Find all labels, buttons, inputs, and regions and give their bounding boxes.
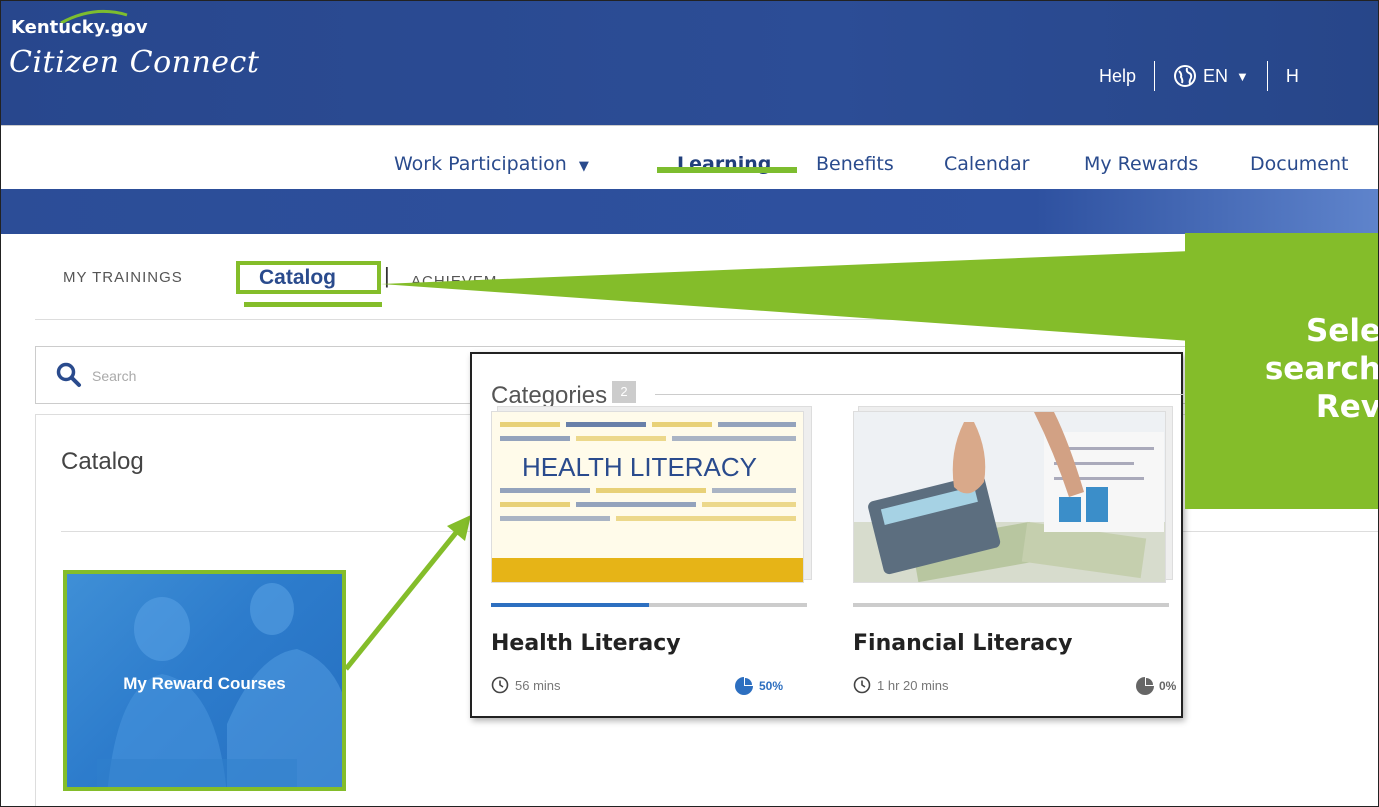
financial-literacy-thumbnail[interactable] — [853, 411, 1166, 583]
chevron-down-icon: ▼ — [1236, 68, 1249, 84]
language-selector[interactable]: EN ▼ — [1173, 64, 1249, 88]
nav-calendar[interactable]: Calendar — [944, 153, 1029, 175]
tab-active-underline — [244, 302, 382, 307]
utility-links: Help EN ▼ H — [1099, 61, 1299, 91]
site-header: Kentucky.gov Citizen Connect Help EN ▼ H — [1, 1, 1378, 125]
nav-documents[interactable]: Document — [1250, 153, 1348, 175]
course-duration: 1 hr 20 mins — [853, 676, 949, 694]
catalog-highlight-box — [236, 261, 381, 294]
language-label: EN — [1203, 65, 1229, 86]
catalog-title: Catalog — [61, 448, 144, 475]
course-title[interactable]: Health Literacy — [491, 631, 681, 656]
my-reward-courses-card[interactable]: My Reward Courses — [63, 570, 346, 791]
page-frame: Kentucky.gov Citizen Connect Help EN ▼ H… — [0, 0, 1379, 807]
health-literacy-thumbnail[interactable]: HEALTH LITERACY — [491, 411, 804, 583]
completion-label: 0% — [1159, 679, 1177, 693]
nav-benefits[interactable]: Benefits — [816, 153, 894, 175]
nav-active-underline — [657, 167, 797, 173]
utility-divider — [1154, 61, 1156, 91]
tab-achievements[interactable]: ACHIEVEM — [411, 273, 497, 290]
completion-label: 50% — [759, 679, 784, 693]
instruction-callout: Sele search Rev — [1185, 233, 1379, 509]
header-band — [1, 189, 1378, 234]
nav-work-participation[interactable]: Work Participation ▼ — [394, 153, 589, 175]
course-progress-bar — [853, 603, 1169, 607]
word-cloud-image: HEALTH LITERACY — [492, 412, 803, 582]
callout-line-2: search — [1264, 351, 1379, 387]
search-icon[interactable] — [56, 362, 82, 388]
home-link[interactable]: H — [1286, 66, 1299, 87]
course-title[interactable]: Financial Literacy — [853, 631, 1072, 656]
brand-citizen-connect[interactable]: Citizen Connect — [9, 45, 259, 80]
course-progress-bar — [491, 603, 807, 607]
thumb-title: HEALTH LITERACY — [522, 452, 757, 482]
tab-my-trainings[interactable]: MY TRAININGS — [63, 269, 183, 286]
calculator-money-image — [854, 412, 1165, 582]
tab-separator: | — [384, 263, 390, 288]
clock-icon — [853, 676, 871, 694]
callout-line-3: Rev — [1315, 389, 1379, 425]
reward-courses-label: My Reward Courses — [123, 674, 286, 693]
help-link[interactable]: Help — [1099, 66, 1136, 87]
duration-label: 1 hr 20 mins — [877, 677, 949, 693]
categories-count-badge: 2 — [612, 381, 636, 403]
nav-item-label: Work Participation — [394, 153, 567, 175]
main-nav: Work Participation ▼ Learning Benefits C… — [1, 125, 1378, 190]
brand-kentucky-gov[interactable]: Kentucky.gov — [11, 17, 148, 38]
duration-label: 56 mins — [515, 677, 561, 693]
categories-rule — [655, 394, 1185, 395]
course-completion: 0% — [1135, 676, 1176, 696]
clock-icon — [491, 676, 509, 694]
course-completion: 50% — [734, 676, 783, 696]
search-input[interactable]: Search — [92, 368, 136, 384]
chevron-down-icon: ▼ — [578, 159, 589, 174]
course-duration: 56 mins — [491, 676, 561, 694]
categories-popup: Categories 2 HEALTH LITERACY Health Lite… — [470, 352, 1185, 718]
nav-my-rewards[interactable]: My Rewards — [1084, 153, 1198, 175]
callout-line-1: Sele — [1305, 313, 1379, 349]
globe-icon — [1174, 65, 1197, 87]
utility-divider — [1266, 61, 1268, 91]
tabs-divider — [35, 319, 1378, 320]
pie-chart-icon — [1136, 676, 1155, 695]
course-progress-fill — [491, 603, 649, 607]
pie-chart-icon — [735, 676, 754, 695]
